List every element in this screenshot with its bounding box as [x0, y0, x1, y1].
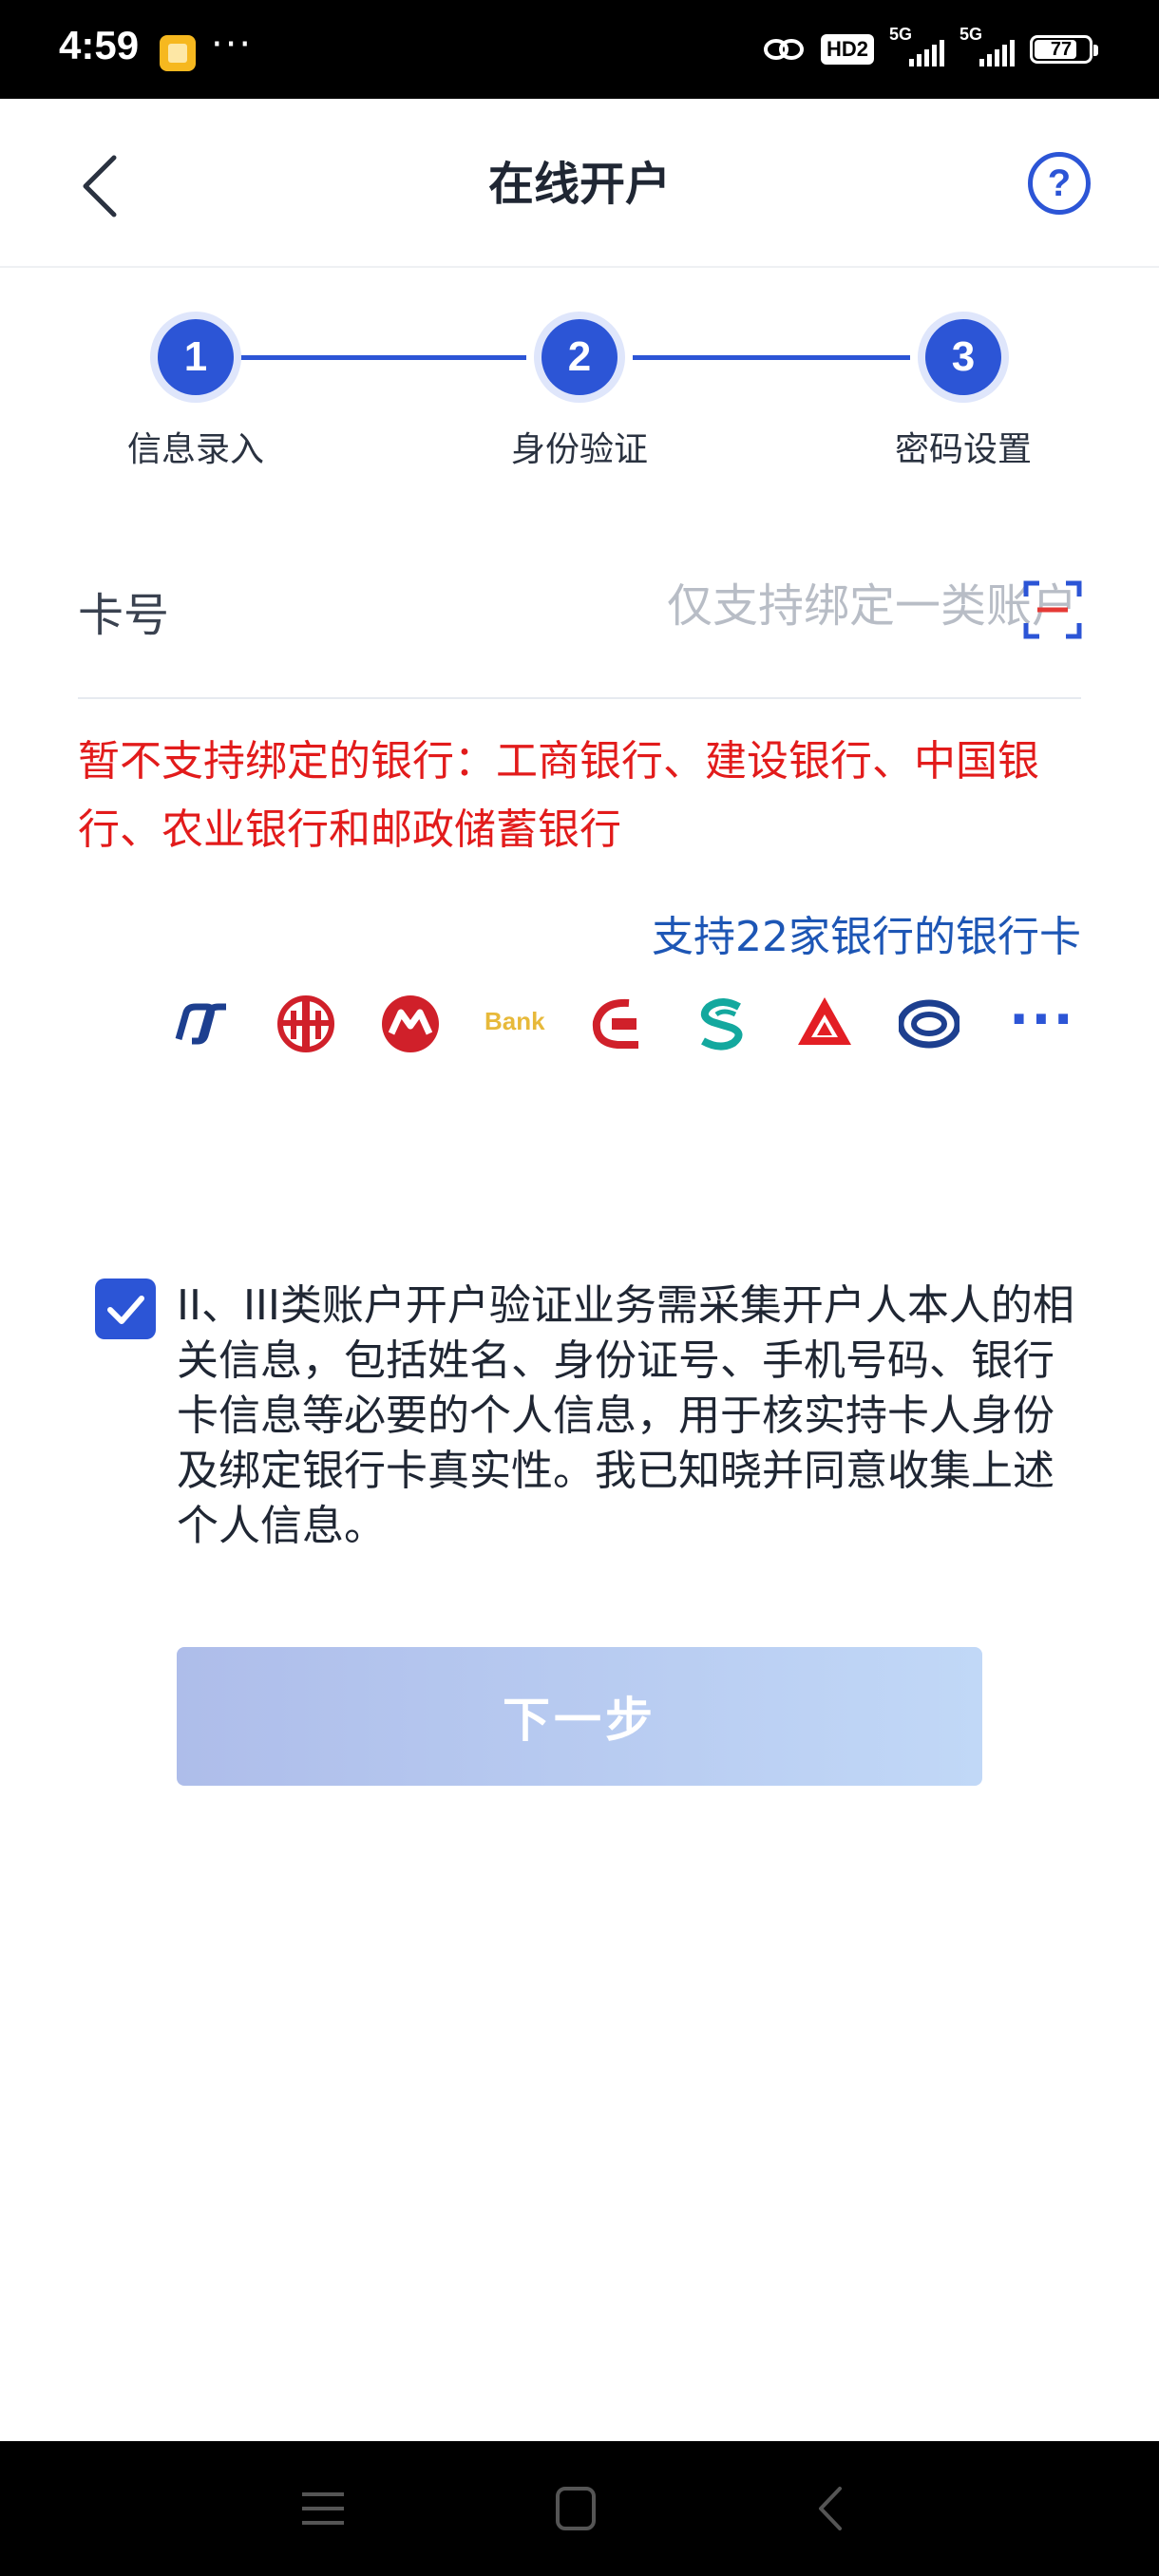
app-header: 在线开户 ?	[0, 99, 1159, 268]
step-1-label: 信息录入	[126, 430, 264, 469]
cgb-bank-logo	[592, 998, 638, 1049]
step-3-label: 密码设置	[894, 430, 1032, 469]
next-step-button[interactable]: 下一步	[177, 1647, 982, 1786]
status-time: 4:59	[59, 23, 140, 67]
scan-card-button[interactable]	[1022, 579, 1083, 640]
system-back-button[interactable]	[804, 2485, 861, 2532]
cib-bank-logo	[700, 998, 743, 1051]
hd-voice-icon: HD2	[820, 34, 874, 65]
more-notifications-icon: ···	[211, 23, 254, 66]
home-square-icon	[556, 2487, 596, 2530]
battery-level: 77	[1050, 38, 1073, 60]
signal-icon-sim1: 5G	[889, 25, 944, 68]
step-1-indicator: 1	[158, 319, 234, 395]
supported-banks-link[interactable]: 支持22家银行的银行卡	[652, 902, 1081, 963]
scan-icon	[1023, 580, 1082, 639]
consent-checkbox[interactable]	[95, 1279, 156, 1339]
more-banks-icon[interactable]: ···	[1009, 994, 1075, 1047]
hxb-bank-logo	[899, 999, 960, 1049]
status-indicators: HD2 5G 5G 77	[762, 25, 1098, 70]
check-icon	[107, 1296, 144, 1324]
citic-bank-logo	[277, 995, 334, 1052]
status-bar: 4:59 ··· HD2 5G 5G 77	[0, 0, 1159, 99]
progress-steps: 1 2 3 信息录入 身份验证 密码设置	[0, 313, 1159, 475]
bank-logos-row: Bank ···	[173, 994, 1085, 1060]
signal-icon-sim2: 5G	[960, 25, 1015, 68]
unsupported-banks-notice: 暂不支持绑定的银行：工商银行、建设银行、中国银行、农业银行和邮政储蓄银行	[78, 737, 1039, 854]
step-3-indicator: 3	[925, 319, 1001, 395]
consent-text: II、III类账户开户验证业务需采集开户人本人的相关信息，包括姓名、身份证号、手…	[177, 1281, 1074, 1550]
menu-icon	[302, 2492, 344, 2525]
page-title: 在线开户	[487, 158, 671, 211]
system-navigation-bar	[0, 2441, 1159, 2576]
battery-icon: 77	[1030, 35, 1098, 64]
back-triangle-icon	[819, 2487, 842, 2530]
everbright-bank-logo	[798, 997, 851, 1045]
step-2-label: 身份验证	[510, 430, 648, 469]
step-connector	[234, 355, 526, 360]
step-2-indicator: 2	[542, 319, 618, 395]
card-number-label: 卡号	[78, 589, 170, 642]
card-number-row: 卡号	[78, 559, 1083, 699]
hotspot-link-icon	[762, 35, 806, 64]
spd-bank-logo	[175, 1003, 226, 1045]
notification-app-icon	[160, 35, 196, 71]
recent-apps-button[interactable]	[294, 2485, 352, 2532]
generic-bank-logo: Bank	[484, 1007, 545, 1035]
cmb-bank-logo	[382, 995, 439, 1052]
card-number-input[interactable]	[315, 572, 1077, 640]
help-button[interactable]: ?	[1028, 152, 1091, 215]
step-connector	[633, 355, 910, 360]
home-button[interactable]	[547, 2485, 604, 2532]
